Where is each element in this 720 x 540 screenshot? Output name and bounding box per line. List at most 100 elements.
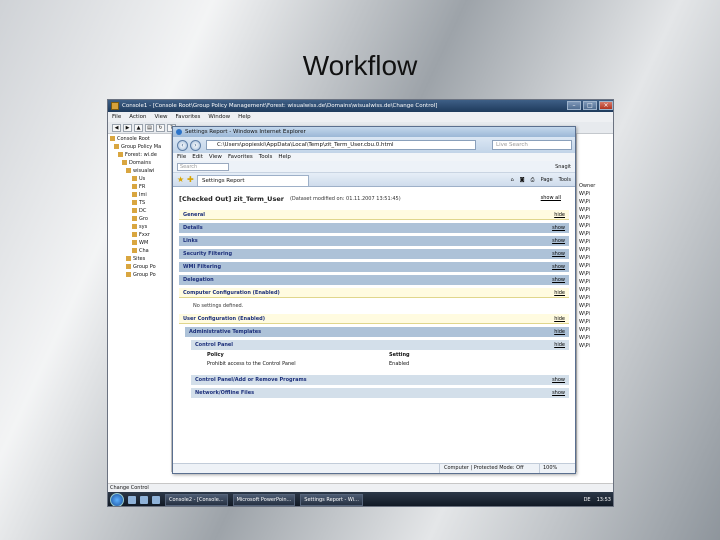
list-item[interactable]: W\Pi (577, 254, 613, 262)
tree-item[interactable]: Group Policy Ma (108, 143, 171, 151)
address-input[interactable]: C:\Users\popieski\AppData\Local\Temp\zit… (206, 140, 476, 150)
list-item[interactable]: W\Pi (577, 238, 613, 246)
tools-menu[interactable]: Tools (559, 177, 571, 183)
zoom-level[interactable]: 100% (539, 464, 575, 473)
general-hide-link[interactable]: hide (554, 212, 565, 218)
links-show-link[interactable]: show (552, 238, 565, 244)
feeds-icon[interactable]: ◙ (520, 177, 525, 183)
favorites-star-icon[interactable]: ★ (177, 176, 185, 184)
security-filtering-show-link[interactable]: show (552, 251, 565, 257)
refresh-icon[interactable]: ↻ (156, 123, 165, 132)
list-item[interactable]: W\Pi (577, 334, 613, 342)
ie-menu-file[interactable]: File (177, 153, 186, 161)
back-arrow-icon[interactable]: ‹ (177, 139, 188, 151)
tree-item[interactable]: Imi (108, 191, 171, 199)
ie-menu-help[interactable]: Help (278, 153, 291, 161)
up-icon[interactable]: ▲ (134, 123, 143, 132)
tree-item[interactable]: FR (108, 183, 171, 191)
list-item[interactable]: W\Pi (577, 230, 613, 238)
list-item[interactable]: W\Pi (577, 318, 613, 326)
list-item[interactable]: W\Pi (577, 206, 613, 214)
tree-item[interactable]: Us (108, 175, 171, 183)
language-indicator[interactable]: DE (584, 497, 591, 503)
show-all-link[interactable]: show all (541, 195, 561, 201)
quicklaunch-icon[interactable] (140, 496, 148, 504)
tree-item[interactable]: Cha (108, 247, 171, 255)
quicklaunch-icon[interactable] (128, 496, 136, 504)
maximize-icon[interactable]: □ (583, 101, 597, 110)
print-icon[interactable]: ⎙ (531, 177, 535, 183)
taskbar-button-ie[interactable]: Settings Report - Wi... (300, 494, 363, 506)
minimize-icon[interactable]: – (567, 101, 581, 110)
list-item[interactable]: W\Pi (577, 326, 613, 334)
tree-item[interactable]: TS (108, 199, 171, 207)
list-item[interactable]: W\Pi (577, 262, 613, 270)
list-item[interactable]: W\Pi (577, 278, 613, 286)
list-item[interactable]: W\Pi (577, 246, 613, 254)
security-zone[interactable]: Computer | Protected Mode: Off (439, 464, 539, 473)
computer-config-hide-link[interactable]: hide (554, 290, 565, 296)
ie-menu-favorites[interactable]: Favorites (228, 153, 253, 161)
ie-window: Settings Report - Windows Internet Explo… (172, 126, 576, 474)
tree-item[interactable]: sys (108, 223, 171, 231)
system-tray: DE 13:53 (584, 497, 611, 503)
menu-view[interactable]: View (154, 112, 167, 122)
offline-files-show-link[interactable]: show (552, 390, 565, 396)
page-menu[interactable]: Page (541, 177, 553, 183)
list-item[interactable]: W\Pi (577, 302, 613, 310)
control-panel-hide-link[interactable]: hide (554, 342, 565, 348)
quicklaunch-icon[interactable] (152, 496, 160, 504)
menu-favorites[interactable]: Favorites (176, 112, 201, 122)
add-favorites-icon[interactable]: ✚ (187, 176, 195, 184)
wmi-filtering-show-link[interactable]: show (552, 264, 565, 270)
forward-arrow-icon[interactable]: › (190, 139, 201, 151)
tree-item[interactable]: Group Po (108, 271, 171, 279)
column-header-owner[interactable]: Owner (577, 182, 613, 190)
tree-item[interactable]: Forest: wi.de (108, 151, 171, 159)
search-input[interactable]: Live Search (492, 140, 572, 150)
tree-item[interactable]: Gro (108, 215, 171, 223)
start-orb-icon[interactable] (110, 493, 124, 506)
show-tree-icon[interactable]: ▤ (145, 123, 154, 132)
links-search-input[interactable]: Search (177, 162, 229, 171)
menu-file[interactable]: File (112, 112, 121, 122)
tree-item[interactable]: wisualwi (108, 167, 171, 175)
list-item[interactable]: W\Pi (577, 222, 613, 230)
setting-column-header: Setting (389, 352, 410, 358)
add-remove-programs-show-link[interactable]: show (552, 377, 565, 383)
tree-item[interactable]: Fxxr (108, 231, 171, 239)
close-icon[interactable]: × (599, 101, 613, 110)
list-item[interactable]: W\Pi (577, 270, 613, 278)
list-item[interactable]: W\Pi (577, 214, 613, 222)
tree-item[interactable]: Domains (108, 159, 171, 167)
tree-item[interactable]: WM (108, 239, 171, 247)
list-item[interactable]: W\Pi (577, 342, 613, 350)
clock[interactable]: 13:53 (597, 497, 611, 503)
ie-menu-edit[interactable]: Edit (192, 153, 203, 161)
tree-item[interactable]: Sites (108, 255, 171, 263)
details-show-link[interactable]: show (552, 225, 565, 231)
list-item[interactable]: W\Pi (577, 286, 613, 294)
snagit-button[interactable]: Snagit (555, 164, 571, 170)
taskbar-button-powerpoint[interactable]: Microsoft PowerPoin... (232, 494, 296, 506)
list-item[interactable]: W\Pi (577, 190, 613, 198)
user-config-hide-link[interactable]: hide (554, 316, 565, 322)
list-item[interactable]: W\Pi (577, 294, 613, 302)
taskbar-button-console[interactable]: Console2 - [Console... (165, 494, 228, 506)
back-icon[interactable]: ◀ (112, 123, 121, 132)
admin-templates-hide-link[interactable]: hide (554, 329, 565, 335)
list-item[interactable]: W\Pi (577, 198, 613, 206)
tree-item[interactable]: Console Root (108, 135, 171, 143)
menu-help[interactable]: Help (238, 112, 251, 122)
list-item[interactable]: W\Pi (577, 310, 613, 318)
ie-menu-tools[interactable]: Tools (259, 153, 273, 161)
home-icon[interactable]: ⌂ (511, 177, 514, 183)
forward-icon[interactable]: ▶ (123, 123, 132, 132)
ie-menu-view[interactable]: View (209, 153, 222, 161)
tree-item[interactable]: DC (108, 207, 171, 215)
tree-item[interactable]: Group Po (108, 263, 171, 271)
tab-settings-report[interactable]: Settings Report (197, 175, 309, 186)
delegation-show-link[interactable]: show (552, 277, 565, 283)
menu-window[interactable]: Window (208, 112, 230, 122)
menu-action[interactable]: Action (129, 112, 146, 122)
